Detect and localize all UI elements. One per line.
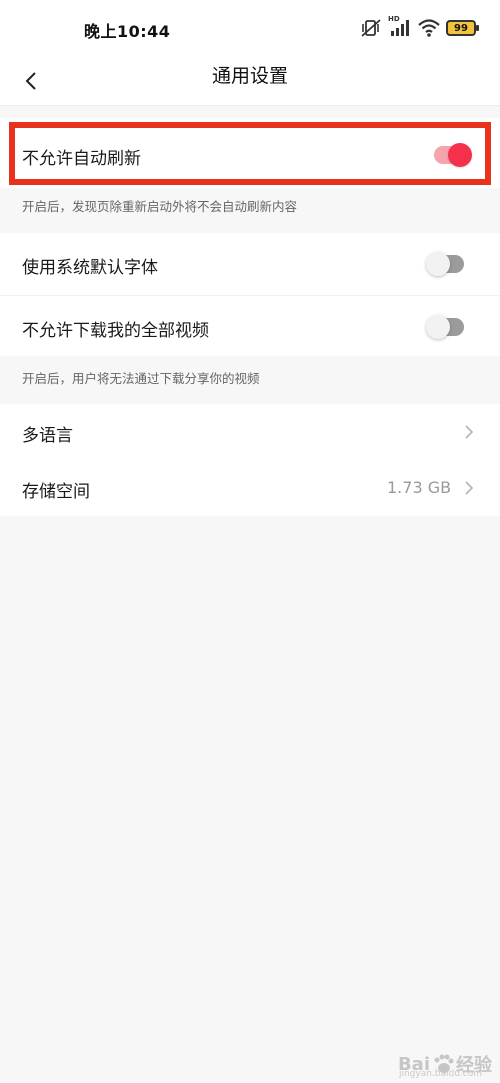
status-time: 晚上10:44	[84, 22, 171, 41]
watermark: Bai 经验 jingyan.baidu.com	[398, 1051, 492, 1080]
chevron-right-icon	[465, 481, 474, 495]
chevron-right-icon	[465, 425, 474, 439]
setting-label: 使用系统默认字体	[22, 258, 158, 278]
toggle-knob	[426, 252, 450, 276]
status-bar: 晚上10:44 HD 99	[0, 0, 500, 56]
highlight-box	[9, 122, 491, 185]
auto-refresh-hint: 开启后，发现页除重新启动外将不会自动刷新内容	[22, 199, 298, 214]
setting-row-download-videos[interactable]: 不允许下载我的全部视频	[0, 296, 500, 356]
mute-vibrate-icon	[361, 19, 381, 37]
setting-label: 不允许下载我的全部视频	[22, 321, 209, 341]
setting-row-storage[interactable]: 存储空间 1.73 GB	[0, 460, 500, 516]
toggle-knob	[426, 315, 450, 339]
setting-row-system-font[interactable]: 使用系统默认字体	[0, 233, 500, 295]
setting-row-language[interactable]: 多语言	[0, 404, 500, 460]
battery-icon: 99	[446, 20, 479, 36]
hd-label: HD	[388, 15, 400, 23]
download-videos-hint: 开启后，用户将无法通过下载分享你的视频	[22, 371, 260, 386]
watermark-sub: jingyan.baidu.com	[398, 1069, 482, 1079]
page-title: 通用设置	[211, 65, 288, 87]
status-icons: HD 99	[360, 15, 479, 40]
download-videos-toggle[interactable]	[426, 315, 464, 339]
nav-bar: 通用设置	[0, 56, 500, 106]
storage-value: 1.73 GB	[387, 478, 452, 497]
wifi-icon	[418, 19, 440, 37]
system-font-toggle[interactable]	[426, 252, 464, 276]
setting-label: 存储空间	[22, 482, 90, 502]
setting-label: 多语言	[22, 426, 73, 446]
